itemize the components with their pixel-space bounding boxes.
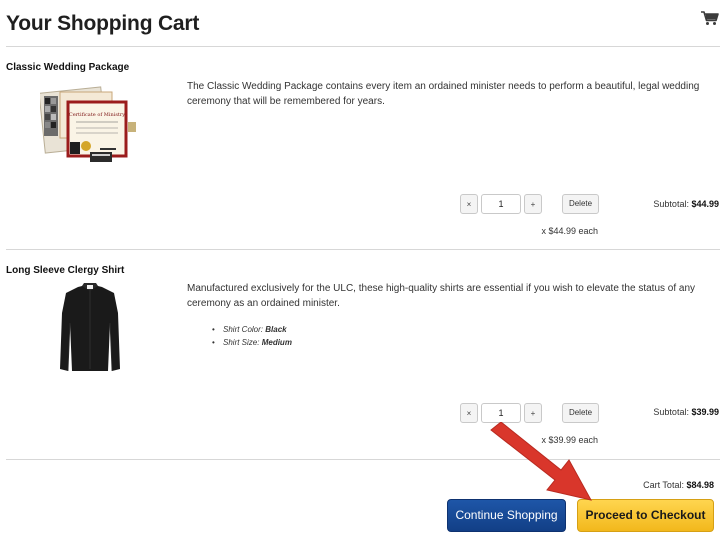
cart-total-label: Cart Total: (643, 480, 684, 490)
clergy-shirt-image[interactable] (56, 283, 124, 375)
option-shirt-color: Shirt Color: Black (212, 324, 292, 337)
item-name: Classic Wedding Package (6, 62, 130, 73)
increase-quantity-button[interactable]: + (524, 403, 542, 423)
item-divider (6, 459, 720, 460)
subtotal-label: Subtotal: (653, 407, 689, 417)
option-shirt-size: Shirt Size: Medium (212, 337, 292, 350)
item-subtotal: Subtotal: $44.99 (653, 199, 719, 209)
decrease-quantity-button[interactable]: × (460, 194, 478, 214)
item-name: Long Sleeve Clergy Shirt (6, 265, 125, 276)
page-title: Your Shopping Cart (6, 12, 200, 35)
wedding-certificates-image[interactable]: Certificate of Ministry (40, 82, 140, 164)
subtotal-value: $39.99 (691, 407, 719, 417)
item-options: Shirt Color: Black Shirt Size: Medium (212, 324, 292, 349)
item-divider (6, 249, 720, 250)
proceed-to-checkout-button[interactable]: Proceed to Checkout (577, 499, 714, 532)
red-arrow-icon (490, 422, 592, 501)
cart-total-value: $84.98 (686, 480, 714, 490)
item-description: The Classic Wedding Package contains eve… (187, 81, 700, 107)
subtotal-label: Subtotal: (653, 199, 689, 209)
header-divider (6, 46, 720, 47)
cart-total: Cart Total: $84.98 (643, 480, 714, 490)
cart-icon[interactable] (700, 10, 720, 26)
delete-button[interactable]: Delete (562, 194, 599, 214)
quantity-input[interactable] (481, 403, 521, 423)
continue-shopping-button[interactable]: Continue Shopping (447, 499, 566, 532)
decrease-quantity-button[interactable]: × (460, 403, 478, 423)
item-description: Manufactured exclusively for the ULC, th… (187, 283, 696, 309)
item-subtotal: Subtotal: $39.99 (653, 407, 719, 417)
increase-quantity-button[interactable]: + (524, 194, 542, 214)
unit-price: x $44.99 each (541, 226, 598, 236)
subtotal-value: $44.99 (691, 199, 719, 209)
quantity-input[interactable] (481, 194, 521, 214)
svg-text:Certificate of Ministry: Certificate of Ministry (69, 112, 125, 118)
delete-button[interactable]: Delete (562, 403, 599, 423)
